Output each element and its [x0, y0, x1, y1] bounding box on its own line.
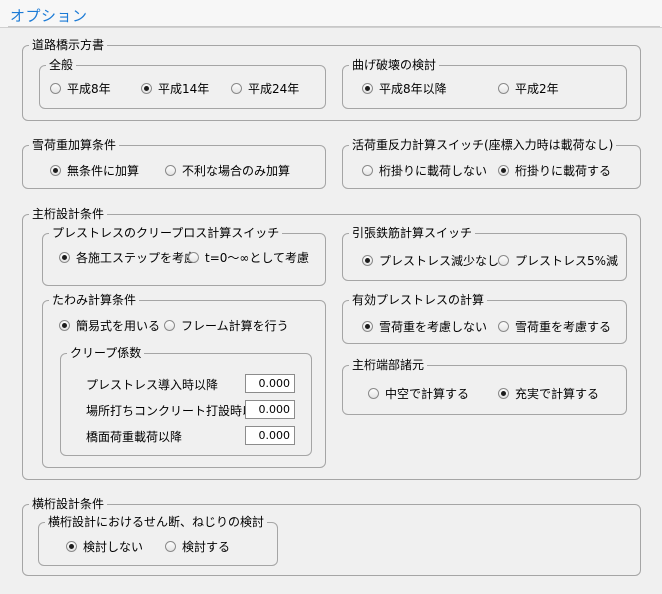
- live-load-legend: 活荷重反力計算スイッチ(座標入力時は載荷なし): [349, 137, 617, 153]
- tension-rebar-legend: 引張鉄筋計算スイッチ: [349, 225, 476, 241]
- radio-checked-icon: [362, 82, 373, 94]
- general-legend: 全般: [46, 57, 77, 73]
- radio-icon: [498, 82, 509, 94]
- radio-consider-snow[interactable]: 雪荷重を考慮する: [498, 318, 611, 334]
- creep-label-prestress: プレストレス導入時以降: [86, 378, 219, 392]
- radio-checked-icon: [498, 387, 509, 399]
- snow-load-legend: 雪荷重加算条件: [29, 137, 120, 153]
- radio-unfavorable-only[interactable]: 不利な場合のみ加算: [165, 162, 290, 178]
- radio-frame[interactable]: フレーム計算を行う: [164, 317, 289, 333]
- creep-field-deck[interactable]: 0.000: [245, 426, 295, 445]
- radio-checked-icon: [50, 164, 61, 176]
- bending-legend: 曲げ破壊の検討: [349, 57, 440, 73]
- radio-checked-icon: [59, 251, 70, 263]
- effective-prestress-legend: 有効プレストレスの計算: [349, 292, 488, 308]
- radio-icon: [498, 320, 509, 332]
- radio-t0-inf[interactable]: t=0～∞として考慮: [188, 249, 309, 265]
- divider: [8, 26, 660, 27]
- end-section-legend: 主桁端部諸元: [349, 357, 428, 373]
- creep-field-prestress[interactable]: 0.000: [245, 374, 295, 393]
- creep-label-deck: 橋面荷重載荷以降: [86, 430, 183, 444]
- radio-no-check[interactable]: 検討しない: [66, 538, 143, 554]
- creep-coef-legend: クリープ係数: [67, 345, 145, 361]
- radio-icon: [188, 251, 199, 263]
- shear-torsion-legend: 横桁設計におけるせん断、ねじりの検討: [45, 514, 268, 530]
- radio-checked-icon: [59, 319, 70, 331]
- radio-5pct[interactable]: プレストレス5%減: [498, 252, 618, 268]
- radio-no-load[interactable]: 桁掛りに載荷しない: [362, 162, 487, 178]
- radio-ignore-snow[interactable]: 雪荷重を考慮しない: [362, 318, 487, 334]
- creep-label-cast: 場所打ちコンクリート打設時以降: [86, 404, 267, 418]
- title-bar: オプション: [0, 0, 662, 28]
- radio-check[interactable]: 検討する: [165, 538, 230, 554]
- radio-h8-after[interactable]: 平成8年以降: [362, 80, 447, 96]
- radio-h2[interactable]: 平成2年: [498, 80, 559, 96]
- radio-simple[interactable]: 簡易式を用いる: [59, 317, 160, 333]
- radio-icon: [231, 82, 242, 94]
- radio-load[interactable]: 桁掛りに載荷する: [498, 162, 611, 178]
- radio-icon: [165, 540, 176, 552]
- radio-h24[interactable]: 平成24年: [231, 80, 299, 96]
- creep-field-cast[interactable]: 0.000: [245, 400, 295, 419]
- radio-h14[interactable]: 平成14年: [141, 80, 209, 96]
- radio-checked-icon: [66, 540, 77, 552]
- creep-switch-legend: プレストレスのクリープロス計算スイッチ: [49, 225, 283, 241]
- radio-solid[interactable]: 充実で計算する: [498, 385, 599, 401]
- radio-icon: [368, 387, 379, 399]
- radio-icon: [164, 319, 175, 331]
- radio-icon: [362, 164, 373, 176]
- deflection-legend: たわみ計算条件: [49, 292, 140, 308]
- radio-no-reduction[interactable]: プレストレス減少なし: [362, 252, 499, 268]
- radio-each-step[interactable]: 各施工ステップを考慮: [59, 249, 196, 265]
- radio-icon: [498, 254, 509, 266]
- page-title: オプション: [10, 7, 88, 25]
- cross-girder-legend: 横桁設計条件: [29, 496, 108, 512]
- radio-checked-icon: [141, 82, 152, 94]
- radio-hollow[interactable]: 中空で計算する: [368, 385, 469, 401]
- radio-checked-icon: [498, 164, 509, 176]
- radio-checked-icon: [362, 320, 373, 332]
- radio-icon: [50, 82, 61, 94]
- radio-h8[interactable]: 平成8年: [50, 80, 111, 96]
- radio-icon: [165, 164, 176, 176]
- radio-unconditional[interactable]: 無条件に加算: [50, 162, 139, 178]
- road-bridge-legend: 道路橋示方書: [29, 37, 108, 53]
- main-girder-legend: 主桁設計条件: [29, 206, 108, 222]
- radio-checked-icon: [362, 254, 373, 266]
